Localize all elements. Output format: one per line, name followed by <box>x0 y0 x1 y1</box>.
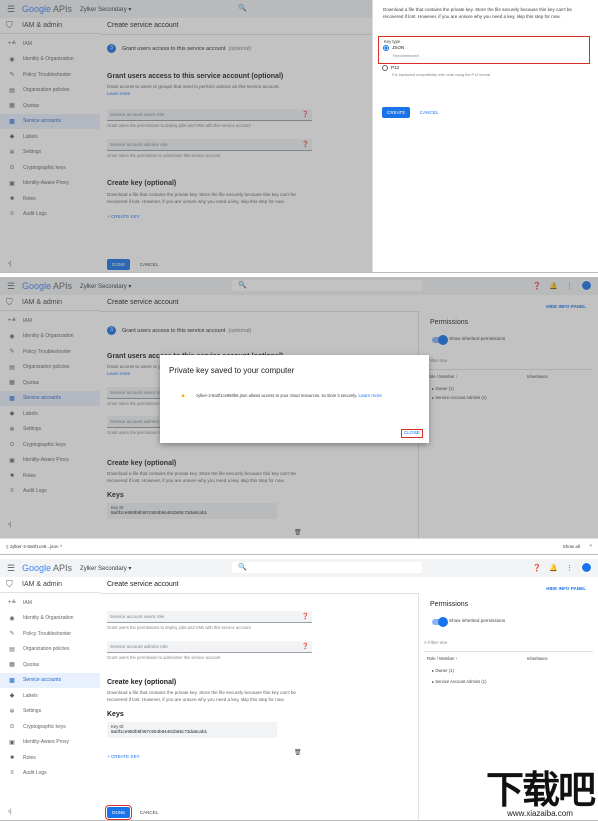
shield-icon: ⊙ <box>9 724 15 731</box>
cancel-button[interactable]: CANCEL <box>415 107 444 118</box>
shield-icon: ⛉ <box>6 579 13 589</box>
screenshot-panel-done: ☰ Google APIs Zylker Secondary ▾ 🔍 ❓ 🔔 ⋮ ⛉… <box>0 559 598 821</box>
close-icon[interactable]: × <box>589 543 592 548</box>
create-key-heading: Create key (optional) <box>107 679 177 686</box>
person-add-icon: +≗ <box>7 600 17 607</box>
project-selector[interactable]: Zylker Secondary ▾ <box>80 565 131 572</box>
create-key-section: Create key (optional) Download a file th… <box>107 679 312 759</box>
show-all-button[interactable]: Show all <box>563 544 580 549</box>
radio-selected-icon <box>383 45 389 51</box>
admins-role-hint: Grant users the permission to administer… <box>107 655 221 660</box>
download-item[interactable]: ▯ zylker-2-8a0f1ce9...json ^ <box>6 544 62 550</box>
iam-header: ⛉ IAM & admin <box>0 577 100 593</box>
sidebar-item-labels[interactable]: ◆ Labels <box>0 688 100 704</box>
more-icon[interactable]: ⋮ <box>566 564 573 572</box>
sidebar-item-org-policies[interactable]: ▤ Organization policies <box>0 642 100 658</box>
account-circle-icon: ◉ <box>9 615 15 622</box>
help-icon[interactable]: ❓ <box>302 641 309 653</box>
key-id: 8a0f1ce950b6f467c504b94461b65c73da5cab1 <box>111 729 208 734</box>
show-inherited-label: Show inherited permissions <box>449 618 506 623</box>
watermark: 下载吧 www.xiazaiba.com <box>485 768 596 818</box>
delete-icon[interactable]: 🗑 <box>294 749 302 756</box>
page-title: Create service account <box>107 581 179 588</box>
screenshot-panel-create-key: ☰ Google APIs Zylker Secondary ▾ 🔍 ⛉ IAM … <box>0 0 598 273</box>
sidebar-item-iap[interactable]: ▣ Identity-Aware Proxy <box>0 735 100 751</box>
sidebar-item-crypto-keys[interactable]: ⊙ Cryptographic keys <box>0 719 100 735</box>
wrench-icon: ✎ <box>9 631 15 638</box>
create-button[interactable]: CREATE <box>382 107 411 118</box>
hat-icon: ■ <box>10 754 14 761</box>
key-type-label: Key type <box>384 39 401 44</box>
close-button[interactable]: CLOSE <box>400 429 423 438</box>
keys-heading: Keys <box>107 711 124 718</box>
hide-info-panel-button[interactable]: HIDE INFO PANEL <box>546 586 586 591</box>
tree-header: Role / Member ↑ Inheritance <box>427 656 548 661</box>
sidebar-item-policy-troubleshooter[interactable]: ✎ Policy Troubleshooter <box>0 626 100 642</box>
gear-icon: ✲ <box>9 708 15 715</box>
grant-section: Service account users role ❓ Grant users … <box>107 611 312 660</box>
watermark-logo: 下载吧 <box>485 768 596 812</box>
sidebar-item-identity[interactable]: ◉ Identity & Organization <box>0 611 100 627</box>
dialog-title: Private key saved to your computer <box>169 366 295 375</box>
users-role-hint: Grant users the permissions to deploy jo… <box>107 625 251 630</box>
sidebar-item-roles[interactable]: ■ Roles <box>0 750 100 766</box>
sidebar-item-iam[interactable]: +≗ IAM <box>0 595 100 611</box>
key-type-group: Key type JSON Recommended <box>378 36 590 64</box>
proxy-icon: ▣ <box>9 739 15 746</box>
inherited-toggle[interactable] <box>432 617 448 627</box>
done-button[interactable]: DONE <box>104 805 133 820</box>
help-icon[interactable]: ❓ <box>533 564 542 572</box>
tree-row-sa-admin[interactable]: ▸ Service Account Admins (1) <box>432 679 486 684</box>
sidebar-item-service-accounts[interactable]: ▩ Service accounts <box>0 672 100 688</box>
create-key-desc: Download a file that contains the privat… <box>107 690 296 702</box>
search-input[interactable]: 🔍 <box>232 562 422 573</box>
cancel-button[interactable]: CANCEL <box>135 807 164 818</box>
google-apis-logo[interactable]: Google APIs <box>22 563 72 573</box>
dialog-learn-more-link[interactable]: Learn more <box>358 393 382 398</box>
table-icon: ▦ <box>9 662 15 669</box>
radio-icon <box>382 65 388 71</box>
sidebar: +≗ IAM ◉ Identity & Organization ✎ Policy T… <box>0 595 100 781</box>
doc-icon: ▤ <box>9 646 15 653</box>
tree-row-owner[interactable]: ▸ Owner (1) <box>432 668 454 673</box>
recommended-label: Recommended <box>393 54 419 58</box>
list-icon: ≡ <box>10 770 14 777</box>
key-row: Key ID 8a0f1ce950b6f467c504b94461b65c73da… <box>107 722 277 738</box>
service-account-icon: ▩ <box>9 677 15 684</box>
json-radio[interactable]: JSON <box>383 45 404 51</box>
create-key-panel: Download a file that contains the privat… <box>372 0 598 272</box>
warning-icon: ▲ <box>180 393 186 399</box>
key-panel-desc: Download a file that contains the privat… <box>383 7 572 19</box>
sidebar-item-quotas[interactable]: ▦ Quotas <box>0 657 100 673</box>
permissions-title: Permissions <box>430 601 469 608</box>
avatar[interactable] <box>581 562 592 573</box>
sidebar-item-audit-logs[interactable]: ≡ Audit Logs <box>0 766 100 782</box>
dialog-message: zylker-2-8a0f1ce950b6.json allows access… <box>196 393 382 398</box>
key-saved-dialog: Private key saved to your computer ▲ zyl… <box>160 355 429 443</box>
filter-tree-input[interactable]: ≡ Filter tree <box>424 640 593 652</box>
help-icon[interactable]: ❓ <box>302 611 309 623</box>
tag-icon: ◆ <box>9 693 15 700</box>
users-role-field[interactable]: Service account users role ❓ <box>107 611 312 623</box>
bell-icon[interactable]: 🔔 <box>549 564 558 572</box>
admins-role-field[interactable]: Service account admins role ❓ <box>107 641 312 653</box>
top-bar: ☰ Google APIs Zylker Secondary ▾ 🔍 ❓ 🔔 ⋮ <box>0 559 598 577</box>
screenshot-panel-key-saved: ☰ Google APIs Zylker Secondary ▾ 🔍 ❓ 🔔 ⋮ ⛉… <box>0 277 598 555</box>
sidebar-item-settings[interactable]: ✲ Settings <box>0 704 100 720</box>
actions: DONE CANCEL <box>104 801 312 820</box>
collapse-icon[interactable]: ‹| <box>8 809 12 815</box>
menu-icon[interactable]: ☰ <box>4 563 18 574</box>
p12-desc: For backward compatibility with code usi… <box>392 73 491 77</box>
download-bar: ▯ zylker-2-8a0f1ce9...json ^ Show all × <box>0 538 598 554</box>
create-key-button[interactable]: + CREATE KEY <box>107 754 312 759</box>
p12-radio[interactable]: P12 <box>382 65 399 71</box>
